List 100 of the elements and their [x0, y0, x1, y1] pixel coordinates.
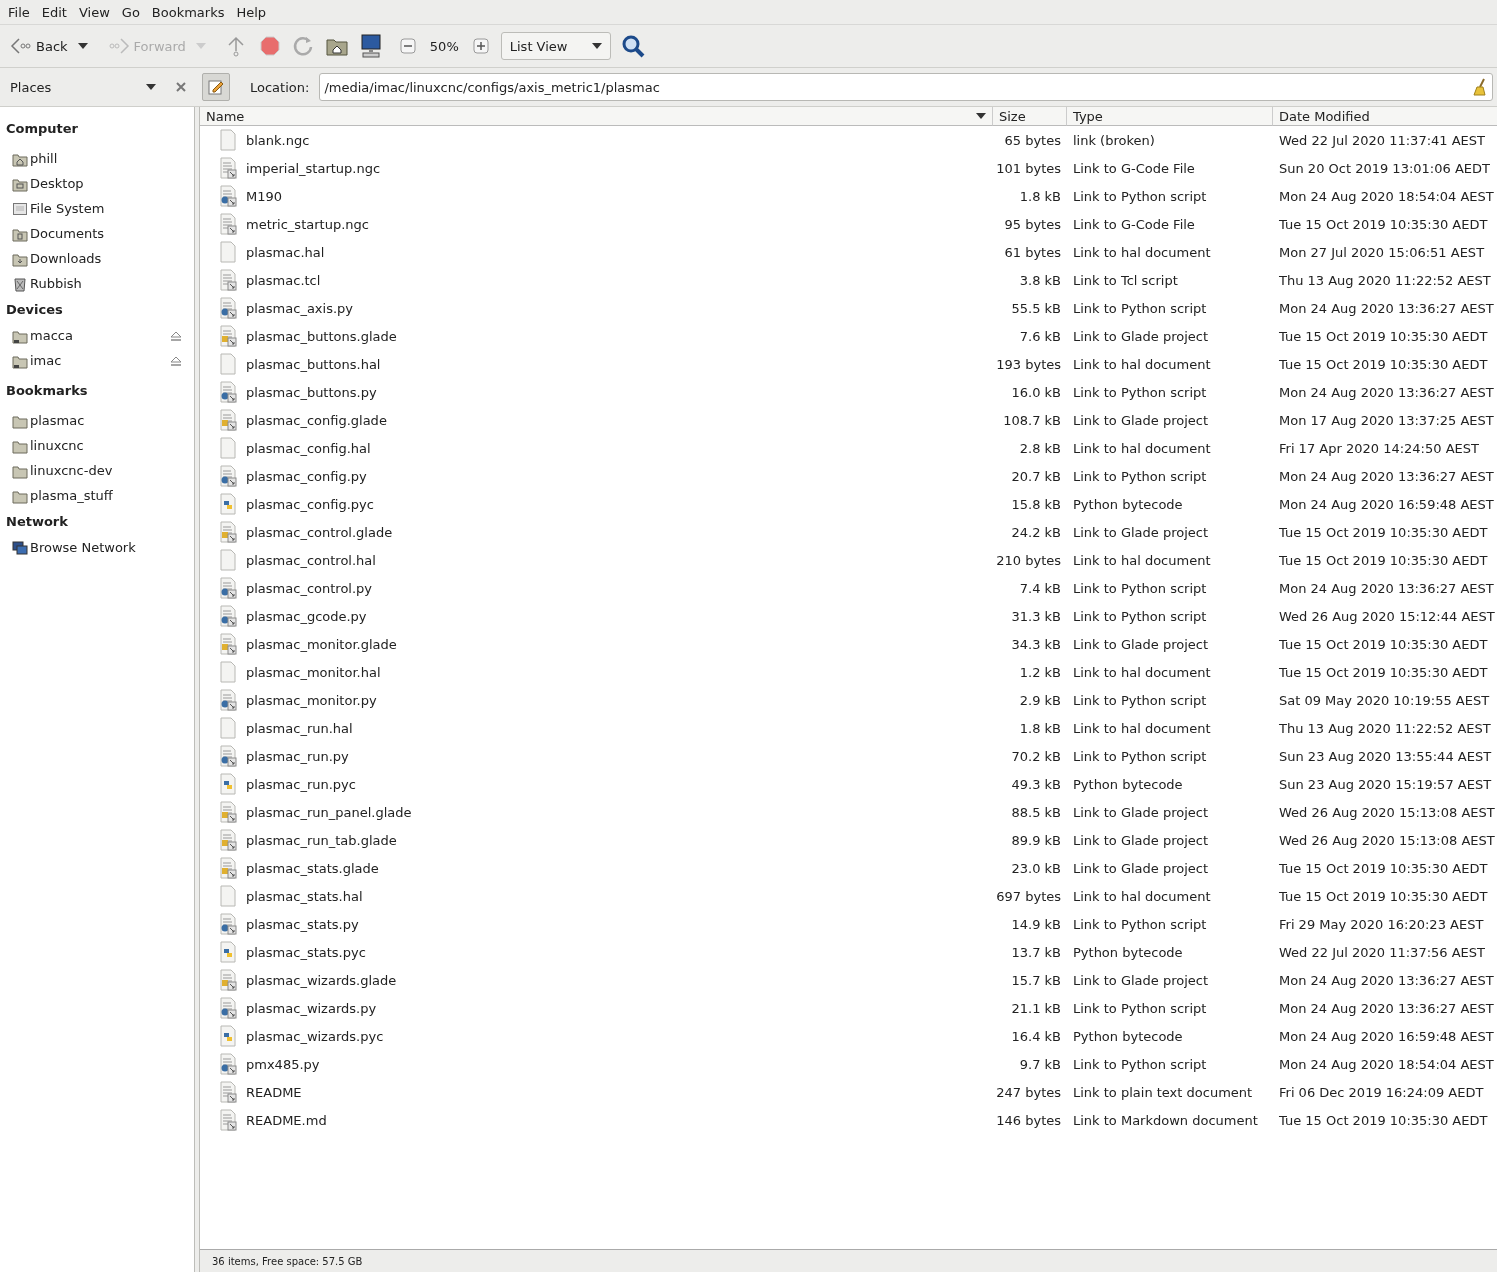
file-date: Wed 26 Aug 2020 15:13:08 AEST: [1279, 804, 1495, 820]
blank-file-icon: [218, 241, 238, 263]
file-size: 65 bytes: [1004, 132, 1061, 148]
search-icon[interactable]: [620, 34, 645, 58]
blank-file-icon: [218, 717, 238, 739]
file-date: Tue 15 Oct 2019 10:35:30 AEDT: [1279, 328, 1488, 344]
edit-location-button[interactable]: [202, 73, 230, 101]
file-size: 95 bytes: [1004, 216, 1061, 232]
file-name[interactable]: plasmac_buttons.glade: [246, 328, 397, 344]
sidebar-item[interactable]: Documents: [0, 221, 194, 246]
zoom-in-icon[interactable]: [472, 38, 489, 54]
file-date: Mon 24 Aug 2020 13:36:27 AEST: [1279, 384, 1494, 400]
file-size: 13.7 kB: [1011, 944, 1061, 960]
dropdown-arrow-icon[interactable]: [77, 43, 88, 49]
file-name[interactable]: plasmac.hal: [246, 244, 325, 260]
file-size: 49.3 kB: [1011, 776, 1061, 792]
sidebar-item[interactable]: linuxcnc-dev: [0, 458, 194, 483]
clear-broom-icon[interactable]: [1472, 78, 1488, 96]
file-name[interactable]: plasmac_config.pyc: [246, 496, 374, 512]
file-name[interactable]: plasmac_buttons.hal: [246, 356, 381, 372]
sidebar-item[interactable]: linuxcnc: [0, 433, 194, 458]
file-name[interactable]: plasmac_axis.py: [246, 300, 353, 316]
sidebar-item[interactable]: Rubbish: [0, 271, 194, 296]
view-dropdown[interactable]: List View: [500, 32, 611, 60]
file-name[interactable]: plasmac_stats.py: [246, 916, 359, 932]
dropdown-arrow-icon[interactable]: [146, 84, 156, 90]
file-name[interactable]: plasmac_monitor.py: [246, 692, 377, 708]
file-name[interactable]: plasmac_wizards.py: [246, 1000, 377, 1016]
menu-item[interactable]: File: [2, 2, 36, 22]
file-name[interactable]: blank.ngc: [246, 132, 310, 148]
sidebar-item[interactable]: macca: [0, 323, 194, 348]
file-name[interactable]: plasmac_gcode.py: [246, 608, 367, 624]
sidebar-item[interactable]: plasmac: [0, 408, 194, 433]
menu-item[interactable]: Help: [230, 2, 273, 22]
forward-arrow-icon: [107, 36, 130, 56]
stop-icon[interactable]: [259, 36, 280, 56]
location-field[interactable]: /media/imac/linuxcnc/configs/axis_metric1/plasmac: [319, 73, 1493, 101]
file-size: 31.3 kB: [1011, 608, 1061, 624]
sidebar-item[interactable]: imac: [0, 348, 194, 373]
menu-item[interactable]: View: [72, 2, 116, 22]
computer-icon[interactable]: [359, 34, 382, 58]
sidebar-item[interactable]: Browse Network: [0, 535, 194, 560]
script-file-icon: [218, 997, 238, 1019]
file-name[interactable]: README: [246, 1084, 302, 1100]
close-icon[interactable]: [176, 82, 186, 92]
file-type: Python bytecode: [1073, 776, 1183, 792]
file-name[interactable]: plasmac_control.hal: [246, 552, 376, 568]
column-header[interactable]: Type: [1067, 107, 1273, 126]
back-button[interactable]: Back: [6, 33, 72, 59]
file-name[interactable]: plasmac_wizards.glade: [246, 972, 397, 988]
menu-item[interactable]: Edit: [35, 2, 73, 22]
file-type: Link to Python script: [1073, 692, 1207, 708]
file-name[interactable]: M190: [246, 188, 283, 204]
glade-file-icon: [218, 409, 238, 431]
file-name[interactable]: plasmac_control.py: [246, 580, 373, 596]
column-header[interactable]: Size: [993, 107, 1067, 126]
python-file-icon: [218, 941, 238, 963]
sidebar-item[interactable]: Desktop: [0, 171, 194, 196]
file-name[interactable]: plasmac_stats.hal: [246, 888, 363, 904]
sidebar-item[interactable]: phill: [0, 146, 194, 171]
menu-item[interactable]: Bookmarks: [145, 2, 231, 22]
file-name[interactable]: plasmac_config.py: [246, 468, 367, 484]
sidebar-item[interactable]: File System: [0, 196, 194, 221]
zoom-out-icon[interactable]: [399, 38, 416, 54]
file-name[interactable]: plasmac.tcl: [246, 272, 321, 288]
file-name[interactable]: plasmac_run.hal: [246, 720, 353, 736]
file-name[interactable]: plasmac_stats.glade: [246, 860, 379, 876]
file-type: Link to plain text document: [1073, 1084, 1253, 1100]
file-name[interactable]: README.md: [246, 1112, 327, 1128]
file-name[interactable]: plasmac_run.py: [246, 748, 349, 764]
file-name[interactable]: pmx485.py: [246, 1056, 320, 1072]
file-name[interactable]: plasmac_run_panel.glade: [246, 804, 412, 820]
file-name[interactable]: plasmac_run.pyc: [246, 776, 356, 792]
column-header[interactable]: Date Modified: [1273, 107, 1497, 126]
file-date: Fri 29 May 2020 16:20:23 AEST: [1279, 916, 1484, 932]
file-name[interactable]: plasmac_monitor.hal: [246, 664, 381, 680]
eject-icon[interactable]: [170, 355, 182, 366]
file-date: Tue 15 Oct 2019 10:35:30 AEDT: [1279, 356, 1488, 372]
file-name[interactable]: plasmac_config.glade: [246, 412, 387, 428]
file-type: Python bytecode: [1073, 1028, 1183, 1044]
reload-icon[interactable]: [291, 35, 314, 57]
sidebar-item[interactable]: Downloads: [0, 246, 194, 271]
menu-item[interactable]: Go: [115, 2, 146, 22]
file-name[interactable]: plasmac_monitor.glade: [246, 636, 397, 652]
file-date: Wed 26 Aug 2020 15:13:08 AEST: [1279, 832, 1495, 848]
home-folder-icon[interactable]: [325, 36, 348, 56]
eject-icon[interactable]: [170, 330, 182, 341]
file-type: Link to Python script: [1073, 188, 1207, 204]
file-name[interactable]: plasmac_stats.pyc: [246, 944, 366, 960]
file-size: 88.5 kB: [1011, 804, 1061, 820]
sidebar-item[interactable]: plasma_stuff: [0, 483, 194, 508]
file-name[interactable]: plasmac_config.hal: [246, 440, 371, 456]
file-name[interactable]: metric_startup.ngc: [246, 216, 369, 232]
file-name[interactable]: plasmac_wizards.pyc: [246, 1028, 384, 1044]
script-file-icon: [218, 605, 238, 627]
file-name[interactable]: plasmac_run_tab.glade: [246, 832, 397, 848]
file-name[interactable]: imperial_startup.ngc: [246, 160, 381, 176]
column-header[interactable]: Name: [200, 107, 993, 126]
file-name[interactable]: plasmac_buttons.py: [246, 384, 377, 400]
file-name[interactable]: plasmac_control.glade: [246, 524, 393, 540]
